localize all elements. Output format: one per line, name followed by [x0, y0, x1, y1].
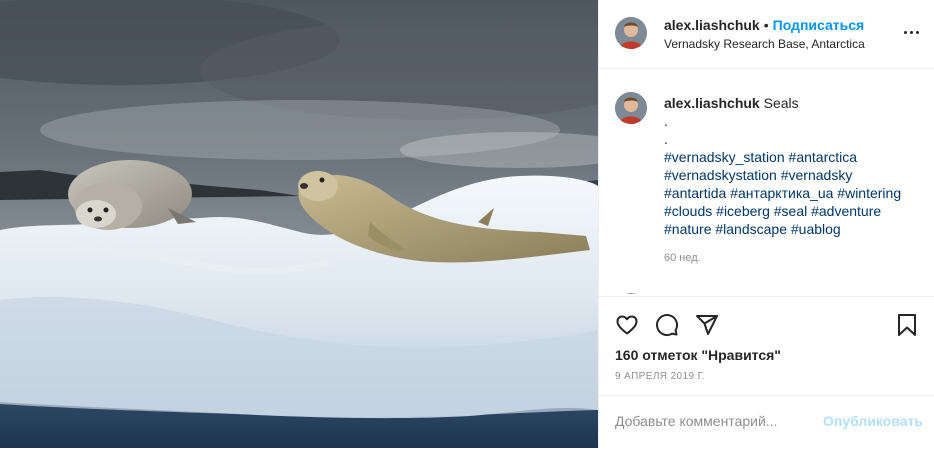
- post-side-panel: alex.liashchuk • Подписаться Vernadsky Res…: [598, 0, 934, 448]
- caption-username[interactable]: alex.liashchuk: [664, 95, 760, 111]
- caption-avatar[interactable]: [615, 92, 647, 124]
- hashtag-link[interactable]: #wintering: [837, 185, 901, 201]
- bookmark-icon[interactable]: [895, 313, 919, 337]
- hashtag-row: #nature #landscape #uablog: [664, 220, 919, 238]
- post-header: alex.liashchuk • Подписаться Vernadsky Res…: [599, 0, 934, 69]
- heart-icon[interactable]: [615, 313, 639, 337]
- hashtag-row: #vernadskystation #vernadsky: [664, 166, 919, 184]
- seals-on-iceberg-photo: [0, 0, 598, 448]
- instagram-post-modal: alex.liashchuk • Подписаться Vernadsky Res…: [0, 0, 934, 448]
- hashtag-row: #vernadsky_station #antarctica: [664, 148, 919, 166]
- hashtag-link[interactable]: #vernadsky: [781, 167, 853, 183]
- caption-body: Seals: [763, 95, 799, 111]
- author-avatar[interactable]: [615, 17, 647, 49]
- follow-button[interactable]: Подписаться: [773, 17, 865, 33]
- post-date[interactable]: 9 АПРЕЛЯ 2019 Г.: [615, 371, 705, 382]
- post-actions: 160 отметок "Нравится" 9 АПРЕЛЯ 2019 Г. …: [599, 296, 934, 449]
- more-horizontal-icon[interactable]: [901, 22, 921, 42]
- hashtag-link[interactable]: #nature: [664, 221, 711, 237]
- comment-avatar-peek: [625, 293, 637, 294]
- post-location[interactable]: Vernadsky Research Base, Antarctica: [664, 37, 865, 51]
- hashtag-link[interactable]: #adventure: [811, 203, 881, 219]
- hashtag-link[interactable]: #landscape: [715, 221, 787, 237]
- hashtag-link[interactable]: #antartida: [664, 185, 726, 201]
- next-comment-peek: [615, 286, 695, 294]
- post-photo[interactable]: [0, 0, 598, 448]
- hashtag-row: #antartida #антарктика_ua #wintering: [664, 184, 919, 202]
- caption-text: alex.liashchuk Seals . . #vernadsky_stat…: [664, 94, 919, 238]
- hashtag-link[interactable]: #uablog: [791, 221, 841, 237]
- share-icon[interactable]: [695, 313, 719, 337]
- header-user-line: alex.liashchuk • Подписаться: [664, 17, 864, 33]
- hashtag-link[interactable]: #vernadskystation: [664, 167, 777, 183]
- likes-count[interactable]: 160 отметок "Нравится": [615, 347, 781, 363]
- caption-time-ago[interactable]: 60 нед.: [664, 252, 701, 264]
- hashtag-link[interactable]: #seal: [774, 203, 807, 219]
- hashtag-row: #clouds #iceberg #seal #adventure: [664, 202, 919, 220]
- separator-dot: •: [763, 17, 769, 33]
- comment-icon[interactable]: [655, 313, 679, 337]
- hashtag-link[interactable]: #iceberg: [716, 203, 770, 219]
- hashtag-link[interactable]: #clouds: [664, 203, 712, 219]
- avatar-image: [615, 17, 647, 49]
- comment-input[interactable]: [615, 413, 815, 429]
- hashtag-link[interactable]: #antarctica: [789, 149, 857, 165]
- author-username[interactable]: alex.liashchuk: [664, 17, 760, 33]
- caption-line: .: [664, 131, 668, 147]
- avatar-image: [615, 92, 647, 124]
- hashtag-link[interactable]: #антарктика_ua: [730, 185, 833, 201]
- comment-box: Опубликовать: [599, 395, 934, 450]
- publish-comment-button[interactable]: Опубликовать: [823, 413, 923, 429]
- caption-section: alex.liashchuk Seals . . #vernadsky_stat…: [599, 70, 934, 290]
- caption-line: .: [664, 113, 668, 129]
- hashtag-link[interactable]: #vernadsky_station: [664, 149, 785, 165]
